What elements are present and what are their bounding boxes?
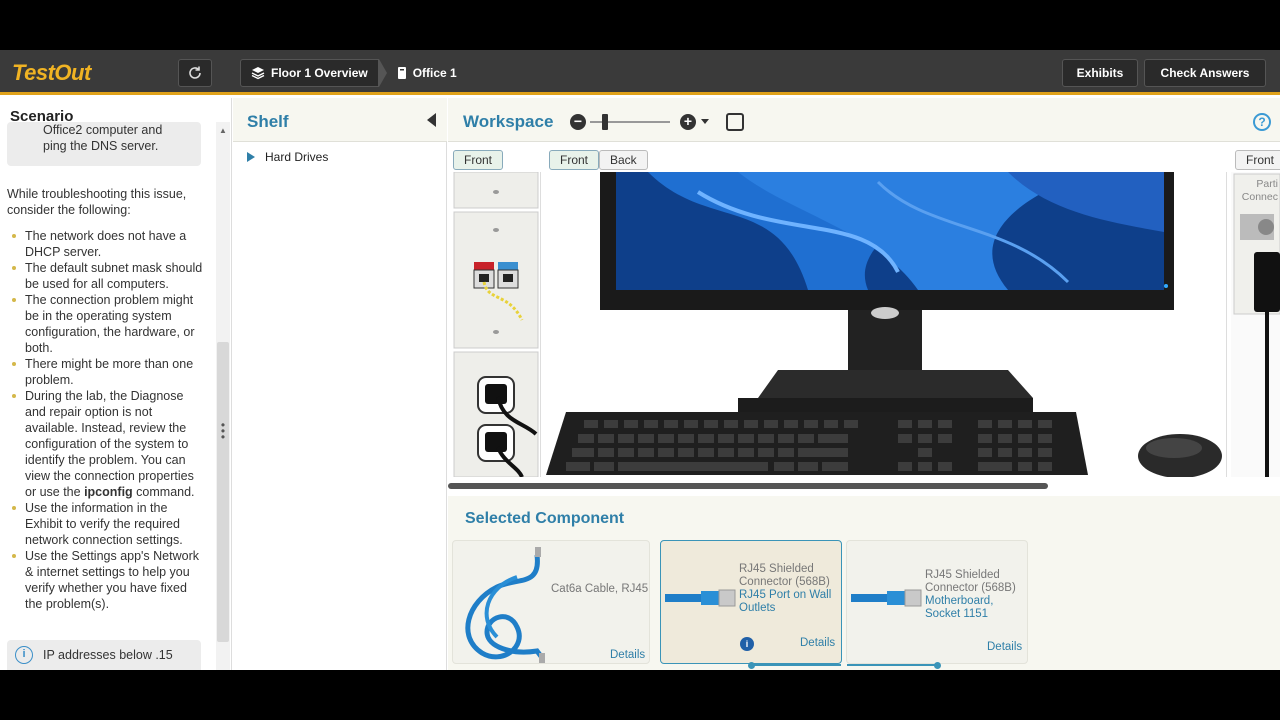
ip-note-text: IP addresses below .15 <box>43 648 173 662</box>
list-item: Use the Settings app's Network & interne… <box>7 548 207 612</box>
breadcrumb-floor-overview[interactable]: Floor 1 Overview <box>240 59 379 87</box>
expand-right-icon <box>247 152 255 162</box>
computer-tower-icon <box>397 67 406 79</box>
ip-note-box: i IP addresses below .15 <box>7 640 201 670</box>
ipconfig-command: ipconfig <box>84 485 133 499</box>
layers-icon <box>251 67 265 80</box>
right-partial-label: Parti Connec <box>1238 178 1278 204</box>
connection-endpoint <box>934 662 941 669</box>
list-item-text: command. <box>132 485 195 499</box>
shelf-item-hard-drives[interactable]: Hard Drives <box>247 150 328 164</box>
help-icon[interactable]: ? <box>1253 113 1271 131</box>
column-divider <box>540 172 541 477</box>
left-front-view-button[interactable]: Front <box>453 150 504 170</box>
list-item: The network does not have a DHCP server. <box>7 228 207 260</box>
component-details-link[interactable]: Details <box>610 649 645 661</box>
shelf-title: Shelf <box>247 112 289 131</box>
check-answers-button[interactable]: Check Answers <box>1144 59 1266 87</box>
scenario-scroll-thumb[interactable] <box>217 342 229 642</box>
zoom-in-icon[interactable]: + <box>680 114 696 130</box>
component-card-label: RJ45 Shielded Connector (568B) <box>925 569 1016 594</box>
zoom-slider-handle[interactable] <box>602 114 608 130</box>
component-card-location: Motherboard, Socket 1151 <box>925 595 994 620</box>
workspace-header: Workspace − + ? <box>448 98 1280 142</box>
right-partial-label-line: Connec <box>1241 191 1278 203</box>
center-front-view-button[interactable]: Front <box>549 150 600 170</box>
selected-component-panel: Selected Component Cat6a Cable, RJ45 Det… <box>448 496 1280 670</box>
rj45-connector-icon <box>851 589 922 607</box>
list-item: Use the information in the Exhibit to ve… <box>7 500 207 548</box>
collapse-left-icon[interactable] <box>427 113 436 127</box>
scenario-panel: Office2 computer and ping the DNS server… <box>0 98 232 670</box>
component-details-link[interactable]: Details <box>987 641 1022 653</box>
monitor[interactable] <box>600 172 1174 414</box>
shelf-header: Shelf <box>233 98 447 142</box>
right-partial-label-line: Parti <box>1256 178 1278 190</box>
top-bar: TestOut Floor 1 Overview Office 1 Exhibi… <box>0 50 1280 95</box>
scenario-task-line: ping the DNS server. <box>43 139 159 153</box>
scroll-up-icon[interactable]: ▲ <box>218 126 228 135</box>
fit-to-screen-icon[interactable] <box>726 113 744 131</box>
cat6a-cable-icon <box>465 547 545 663</box>
component-card-wall-connector[interactable]: RJ45 Shielded Connector (568B) RJ45 Port… <box>660 540 842 664</box>
exhibits-button[interactable]: Exhibits <box>1062 59 1138 87</box>
wall-outlet-panel[interactable] <box>453 172 539 477</box>
component-details-link[interactable]: Details <box>800 637 835 649</box>
breadcrumb-separator <box>378 59 387 87</box>
refresh-button[interactable] <box>178 59 212 87</box>
refresh-icon <box>189 66 201 79</box>
list-item: The default subnet mask should be used f… <box>7 260 207 292</box>
testout-lab-app: TestOut Floor 1 Overview Office 1 Exhibi… <box>0 50 1280 670</box>
right-front-view-button[interactable]: Front <box>1235 150 1280 170</box>
shelf-panel: Shelf Hard Drives <box>233 98 447 670</box>
info-icon: i <box>15 646 33 664</box>
workspace-canvas: Parti Connec <box>448 172 1280 477</box>
scenario-list: The network does not have a DHCP server.… <box>7 228 207 612</box>
center-back-view-button[interactable]: Back <box>599 150 648 170</box>
workspace-scene <box>453 172 1280 477</box>
breadcrumb-office[interactable]: Office 1 <box>387 59 467 87</box>
component-card-location: RJ45 Port on Wall Outlets <box>739 589 832 614</box>
scenario-title: Scenario <box>10 108 74 125</box>
right-partial-panel[interactable] <box>1231 172 1280 477</box>
breadcrumb-label: Office 1 <box>412 66 457 80</box>
column-divider <box>1226 172 1227 477</box>
keyboard[interactable] <box>546 412 1088 475</box>
testout-logo: TestOut <box>12 60 91 85</box>
zoom-dropdown-icon[interactable] <box>701 119 709 124</box>
component-card-label: Cat6a Cable, RJ45 <box>551 583 649 595</box>
info-icon[interactable]: i <box>740 637 754 651</box>
list-item: The connection problem might be in the o… <box>7 292 207 356</box>
component-card-cable[interactable]: Cat6a Cable, RJ45 Details <box>452 540 650 664</box>
connection-line <box>753 664 841 666</box>
scenario-task-box: Office2 computer and ping the DNS server… <box>7 122 201 166</box>
selected-component-title: Selected Component <box>465 510 625 527</box>
component-card-motherboard-connector[interactable]: RJ45 Shielded Connector (568B) Motherboa… <box>846 540 1028 664</box>
zoom-out-icon[interactable]: − <box>570 114 586 130</box>
workspace-title: Workspace <box>463 112 554 131</box>
workspace-panel: Workspace − + ? Front Front Back Front P… <box>448 98 1280 489</box>
shelf-item-label: Hard Drives <box>265 150 329 164</box>
workspace-horizontal-scrollbar[interactable] <box>448 483 1048 489</box>
scenario-intro: While troubleshooting this issue, consid… <box>7 187 187 217</box>
mouse[interactable] <box>1138 434 1222 477</box>
connection-line <box>847 664 935 666</box>
breadcrumb-label: Floor 1 Overview <box>271 66 368 80</box>
list-item: During the lab, the Diagnose and repair … <box>7 388 207 500</box>
component-card-label: RJ45 Shielded Connector (568B) <box>739 563 830 588</box>
panel-resize-handle[interactable]: • • • <box>219 419 227 443</box>
rj45-connector-icon <box>665 589 736 607</box>
list-item-text: During the lab, the Diagnose and repair … <box>25 389 194 499</box>
breadcrumb: Floor 1 Overview Office 1 <box>240 59 467 87</box>
list-item: There might be more than one problem. <box>7 356 207 388</box>
